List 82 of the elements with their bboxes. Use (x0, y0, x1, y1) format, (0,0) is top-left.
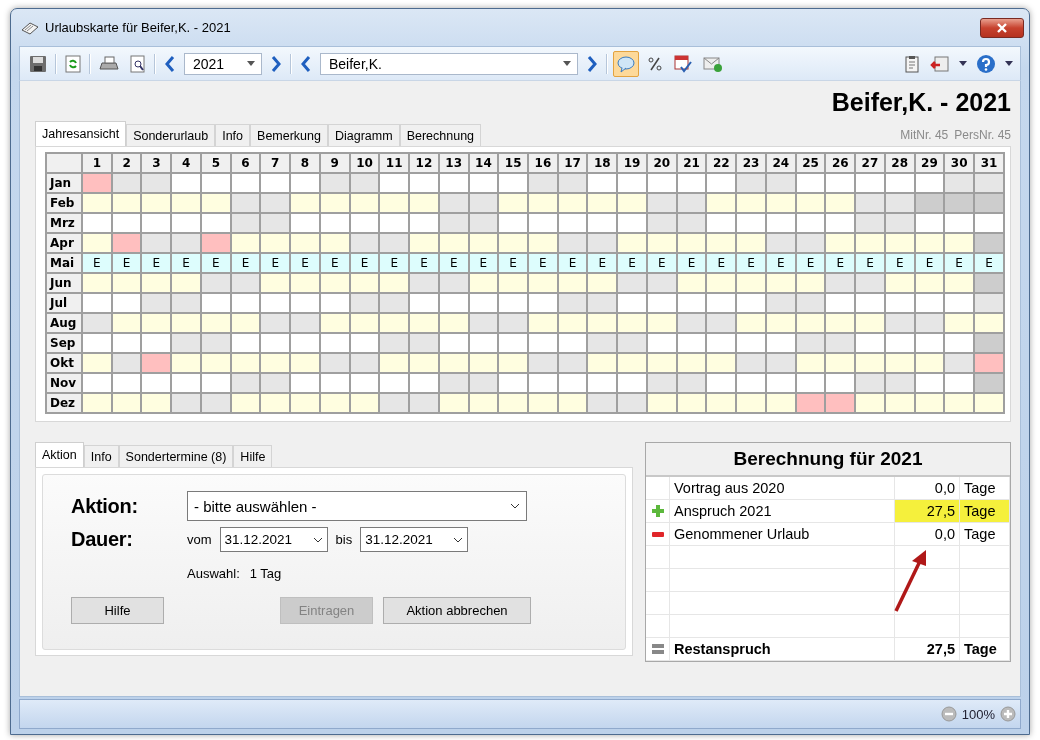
month-label: Jun (46, 273, 82, 293)
day-number: 5 (200, 153, 231, 173)
unit-cell: Tage (960, 523, 1010, 546)
tab[interactable]: Sondertermine (8) (118, 445, 234, 467)
date-label: vom (187, 532, 212, 547)
month-label: Dez (46, 393, 82, 413)
unit-cell: Tage (960, 500, 1010, 523)
day-number: 6 (230, 153, 261, 173)
action-button[interactable]: Hilfe (71, 597, 164, 624)
unit-cell: Tage (960, 638, 1010, 661)
tab[interactable]: Hilfe (233, 445, 273, 467)
row-label: Vortrag aus 2020 (670, 477, 895, 500)
person-dropdown[interactable]: Beifer,K. (320, 52, 578, 75)
value-cell: 27,5 (895, 638, 960, 661)
selection-label: Auswahl: (187, 566, 240, 581)
month-label: Mai (46, 253, 82, 273)
day-number: 18 (587, 153, 618, 173)
date-label: bis (335, 532, 353, 547)
window-title: Urlaubskarte für Beifer,K. - 2021 (45, 20, 231, 35)
tab[interactable]: Info (83, 445, 119, 467)
day-number: 4 (171, 153, 201, 173)
day-number: 24 (765, 153, 796, 173)
panel-title: Berechnung für 2021 (646, 443, 1010, 477)
row-label: Restanspruch (670, 638, 895, 661)
zoom-level: 100% (961, 706, 995, 722)
tab[interactable]: Aktion (35, 442, 84, 467)
day-number: 29 (914, 153, 945, 173)
selection-value: 1 Tag (249, 566, 282, 581)
month-label: Feb (46, 193, 82, 213)
day-number: 13 (438, 153, 469, 173)
value-cell: 27,5 (895, 500, 960, 523)
day-number: 20 (646, 153, 677, 173)
row-label: Anspruch 2021 (670, 500, 895, 523)
tab[interactable]: Diagramm (328, 124, 400, 146)
action-dropdown[interactable]: - bitte auswählen - (187, 491, 527, 521)
day-number: 30 (944, 153, 975, 173)
date-picker[interactable]: 31.12.2021 (360, 527, 469, 552)
date-picker[interactable]: 31.12.2021 (219, 527, 328, 552)
tab[interactable]: Sonderurlaub (126, 124, 216, 146)
action-button[interactable]: Aktion abbrechen (383, 597, 531, 624)
day-number: 16 (528, 153, 558, 173)
tab[interactable]: Berechnung (399, 124, 482, 146)
day-number: 17 (557, 153, 588, 173)
day-number: 31 (974, 153, 1004, 173)
day-number: 27 (855, 153, 885, 173)
id-label: MitNr. 45 (900, 128, 949, 142)
day-number: 23 (736, 153, 766, 173)
day-number: 1 (82, 153, 112, 173)
id-label: PersNr. 45 (954, 128, 1011, 142)
day-number: 7 (260, 153, 291, 173)
day-number: 15 (498, 153, 528, 173)
row-label: Genommener Urlaub (670, 523, 895, 546)
day-number: 3 (141, 153, 172, 173)
day-number: 9 (319, 153, 350, 173)
month-label: Aug (46, 313, 82, 333)
tab[interactable]: Info (215, 124, 251, 146)
value-cell: 0,0 (895, 523, 960, 546)
day-number: 11 (379, 153, 410, 173)
field-label: Aktion: (71, 494, 139, 518)
day-number: 28 (884, 153, 915, 173)
month-label: Apr (46, 233, 82, 253)
day-number: 14 (468, 153, 499, 173)
field-label: Dauer: (71, 528, 134, 551)
day-number: 25 (795, 153, 826, 173)
day-number: 2 (111, 153, 142, 173)
day-number: 26 (825, 153, 856, 173)
day-number: 10 (349, 153, 380, 173)
day-number: 12 (409, 153, 439, 173)
year-dropdown[interactable]: 2021 (184, 52, 262, 75)
day-number: 21 (676, 153, 707, 173)
day-number: 22 (706, 153, 737, 173)
day-number: 19 (617, 153, 647, 173)
month-label: Jan (46, 173, 82, 193)
month-label: Jul (46, 293, 82, 313)
day-number: 8 (290, 153, 320, 173)
employee-heading: Beifer,K. - 2021 (831, 88, 1011, 117)
tab[interactable]: Jahresansicht (35, 121, 127, 146)
month-label: Mrz (46, 213, 82, 233)
month-label: Nov (46, 373, 82, 393)
month-label: Sep (46, 333, 82, 353)
month-label: Okt (46, 353, 82, 373)
tab[interactable]: Bemerkung (250, 124, 328, 146)
